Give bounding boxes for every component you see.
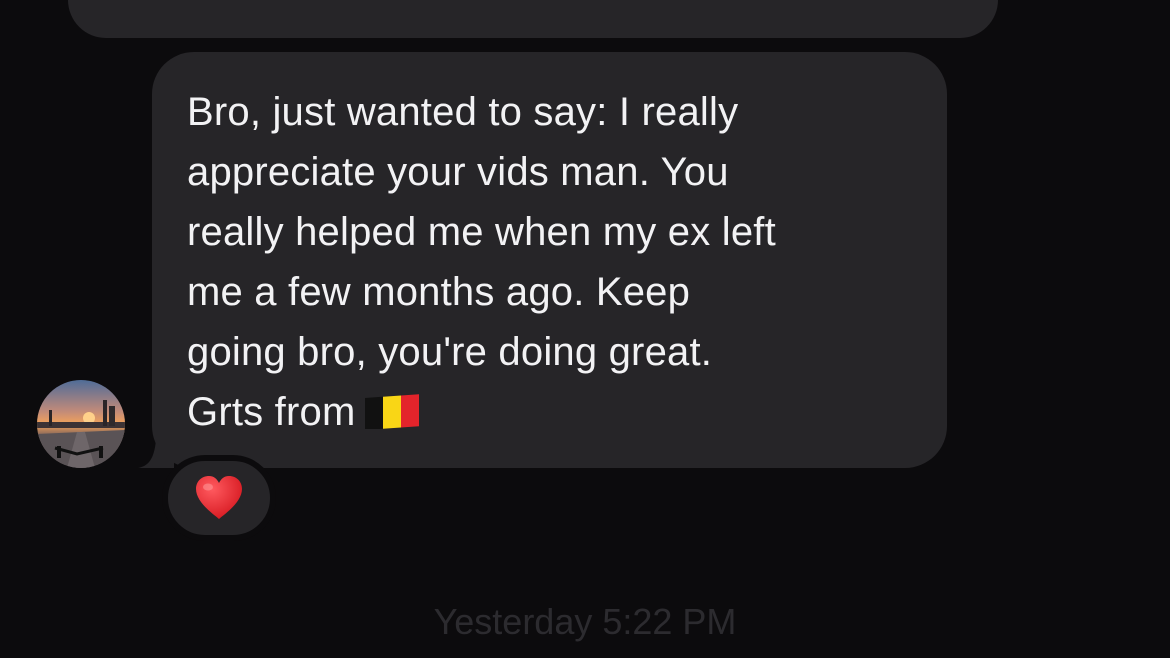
message-line-last: Grts from (187, 382, 915, 442)
chat-screen: Bro, just wanted to say: I really apprec… (0, 0, 1170, 658)
message-line-text: Grts from (187, 390, 356, 434)
heart-icon (194, 475, 244, 521)
message-line: appreciate your vids man. You (187, 150, 729, 194)
message-line: Bro, just wanted to say: I really (187, 90, 739, 134)
message-text: Bro, just wanted to say: I really apprec… (187, 82, 915, 442)
message-line: going bro, you're doing great. (187, 330, 713, 374)
message-line: really helped me when my ex left (187, 210, 776, 254)
avatar[interactable] (37, 380, 125, 468)
received-message-row: Bro, just wanted to say: I really apprec… (0, 0, 1170, 560)
bubble-tail (138, 440, 174, 468)
message-timestamp: Yesterday 5:22 PM (433, 601, 737, 642)
message-line: me a few months ago. Keep (187, 270, 691, 314)
reaction-badge[interactable] (162, 455, 276, 541)
message-bubble[interactable]: Bro, just wanted to say: I really apprec… (152, 52, 947, 468)
belgium-flag-icon (365, 393, 420, 429)
avatar-photo (37, 380, 125, 468)
